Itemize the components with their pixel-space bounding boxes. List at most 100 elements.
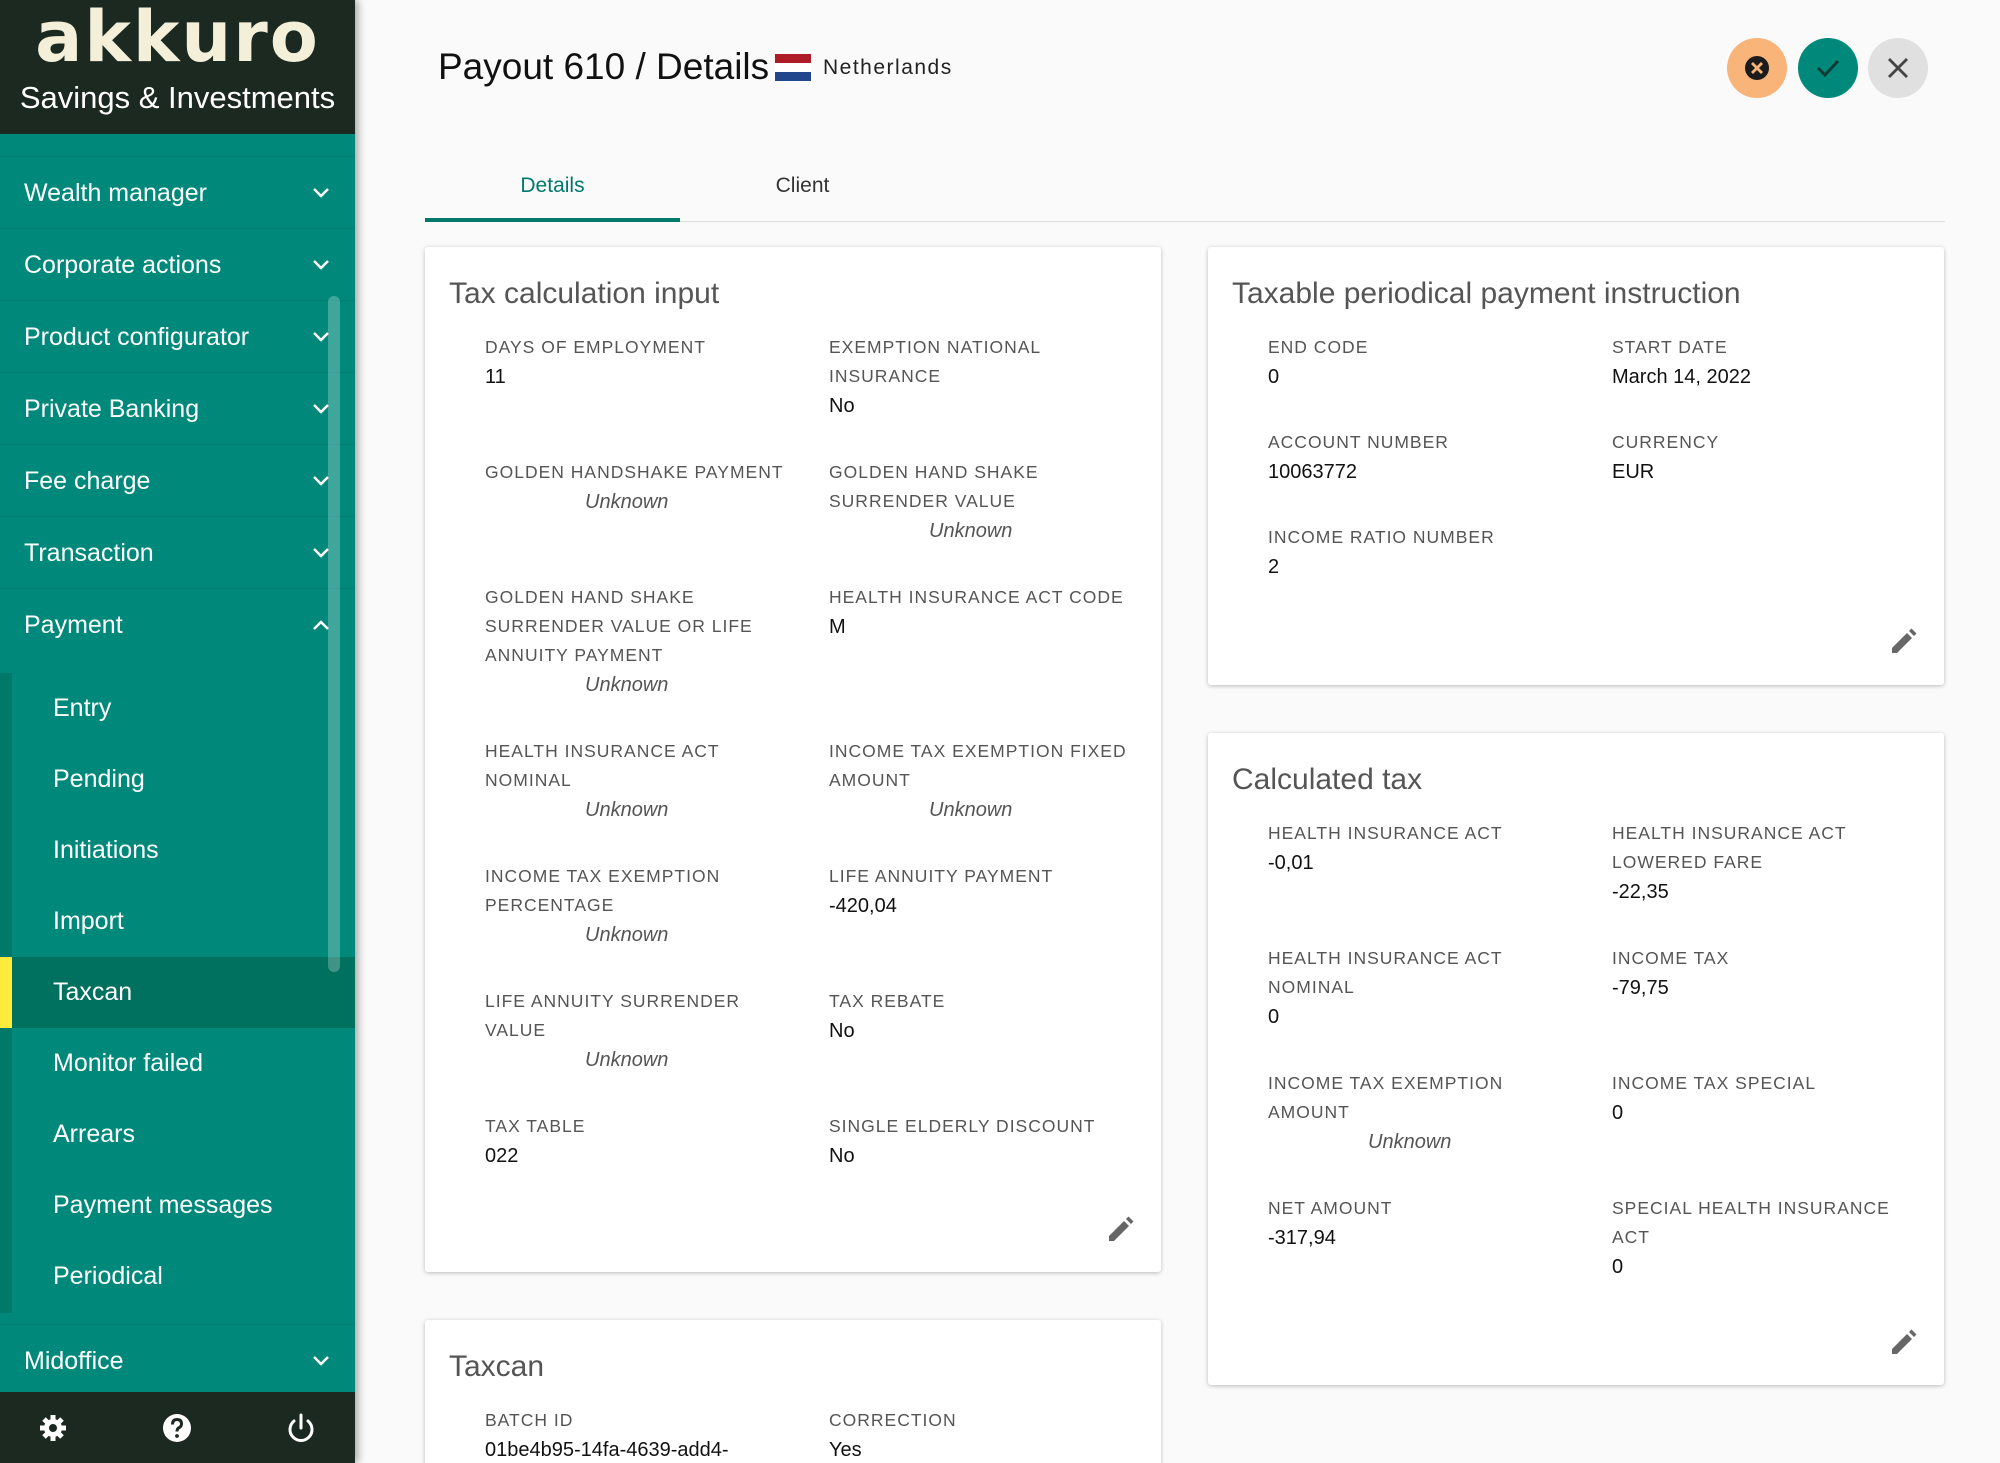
calculated-tax-card: Calculated tax HEALTH INSURANCE ACT -0,0… <box>1208 733 1944 1385</box>
sidebar-item-monitor-failed[interactable]: Monitor failed <box>12 1028 355 1099</box>
pencil-icon[interactable] <box>1888 1328 1918 1358</box>
field-health-insurance-act-code: HEALTH INSURANCE ACT CODE M <box>829 583 1129 642</box>
approve-button[interactable] <box>1798 38 1858 98</box>
nav-item-transaction[interactable]: Transaction <box>0 516 355 588</box>
nav-item-label: Wealth manager <box>24 179 207 207</box>
field-golden-hand-shake-surrender-value: GOLDEN HAND SHAKE SURRENDER VALUE Unknow… <box>829 458 1129 546</box>
reject-button[interactable] <box>1727 38 1787 98</box>
netherlands-flag-icon <box>775 54 811 81</box>
field-label: ACCOUNT NUMBER <box>1268 432 1449 452</box>
field-currency: CURRENCY EUR <box>1612 428 1912 487</box>
chevron-down-icon <box>313 1356 329 1366</box>
field-label: INCOME TAX EXEMPTION PERCENTAGE <box>485 866 721 915</box>
nav-menu: Wealth manager Corporate actions Product… <box>0 156 355 660</box>
sidebar-item-payment-messages[interactable]: Payment messages <box>12 1170 355 1241</box>
field-value: 0 <box>1612 1102 1624 1124</box>
field-label: LIFE ANNUITY PAYMENT <box>829 866 1054 886</box>
field-health-insurance-act-lowered-fare: HEALTH INSURANCE ACT LOWERED FARE -22,35 <box>1612 819 1912 907</box>
field-label: TAX TABLE <box>485 1116 586 1136</box>
sidebar-item-pending[interactable]: Pending <box>12 744 355 815</box>
field-golden-handshake-payment: GOLDEN HANDSHAKE PAYMENT Unknown <box>485 458 785 517</box>
field-value: Unknown <box>929 520 1013 542</box>
field-value: 0 <box>1612 1256 1624 1278</box>
field-value: Unknown <box>585 799 669 821</box>
tab-details[interactable]: Details <box>425 150 680 222</box>
field-label: LIFE ANNUITY SURRENDER VALUE <box>485 991 741 1040</box>
field-health-insurance-act-nominal: HEALTH INSURANCE ACT NOMINAL Unknown <box>485 737 785 825</box>
nav-item-private-banking[interactable]: Private Banking <box>0 372 355 444</box>
close-button[interactable] <box>1868 38 1928 98</box>
field-batch-id: BATCH ID 01be4b95-14fa-4639-add4- <box>485 1406 785 1463</box>
brand-logo: akkuro <box>35 0 320 78</box>
nav-item-wealth-manager[interactable]: Wealth manager <box>0 156 355 228</box>
field-health-insurance-act: HEALTH INSURANCE ACT -0,01 <box>1268 819 1568 878</box>
payment-submenu: Entry Pending Initiations Import Taxcan … <box>0 673 355 1313</box>
field-value: 022 <box>485 1145 519 1167</box>
field-income-tax-exemption-fixed-amount: INCOME TAX EXEMPTION FIXED AMOUNT Unknow… <box>829 737 1129 825</box>
field-label: HEALTH INSURANCE ACT CODE <box>829 587 1124 607</box>
card-title: Taxable periodical payment instruction <box>1232 277 1741 310</box>
field-value: Unknown <box>1368 1131 1452 1153</box>
field-value: Unknown <box>585 491 669 513</box>
field-label: START DATE <box>1612 337 1728 357</box>
field-value: No <box>829 395 855 417</box>
field-value: EUR <box>1612 461 1655 483</box>
field-label: GOLDEN HANDSHAKE PAYMENT <box>485 462 784 482</box>
field-golden-hand-shake-surrender-or-annuity: GOLDEN HAND SHAKE SURRENDER VALUE OR LIF… <box>485 583 785 700</box>
sidebar: akkuro Savings & Investments Wealth mana… <box>0 0 355 1463</box>
nav-item-label: Transaction <box>24 539 154 567</box>
field-label: END CODE <box>1268 337 1369 357</box>
field-value: 01be4b95-14fa-4639-add4- <box>485 1439 729 1461</box>
taxable-periodical-payment-card: Taxable periodical payment instruction E… <box>1208 247 1944 685</box>
field-value: 11 <box>485 366 506 388</box>
field-net-amount: NET AMOUNT -317,94 <box>1268 1194 1568 1253</box>
field-account-number: ACCOUNT NUMBER 10063772 <box>1268 428 1568 487</box>
field-days-of-employment: DAYS OF EMPLOYMENT 11 <box>485 333 785 392</box>
field-label: EXEMPTION NATIONAL INSURANCE <box>829 337 1041 386</box>
field-label: HEALTH INSURANCE ACT NOMINAL <box>1268 948 1503 997</box>
sidebar-item-taxcan[interactable]: Taxcan <box>0 957 355 1028</box>
gear-icon[interactable] <box>37 1412 69 1444</box>
tab-client[interactable]: Client <box>675 150 930 222</box>
field-label: BATCH ID <box>485 1410 574 1430</box>
help-icon[interactable] <box>161 1412 193 1444</box>
nav-item-payment[interactable]: Payment <box>0 588 355 660</box>
field-value: Unknown <box>585 1049 669 1071</box>
field-health-insurance-act-nominal: HEALTH INSURANCE ACT NOMINAL 0 <box>1268 944 1568 1032</box>
field-value: 10063772 <box>1268 461 1357 483</box>
card-title: Taxcan <box>449 1350 545 1383</box>
field-label: SPECIAL HEALTH INSURANCE ACT <box>1612 1198 1890 1247</box>
nav-item-midoffice[interactable]: Midoffice <box>0 1324 355 1396</box>
field-life-annuity-payment: LIFE ANNUITY PAYMENT -420,04 <box>829 862 1129 921</box>
field-value: March 14, 2022 <box>1612 366 1751 388</box>
nav-item-corporate-actions[interactable]: Corporate actions <box>0 228 355 300</box>
cancel-circle-icon <box>1745 56 1769 80</box>
field-special-health-insurance-act: SPECIAL HEALTH INSURANCE ACT 0 <box>1612 1194 1912 1282</box>
sidebar-item-import[interactable]: Import <box>12 886 355 957</box>
page-title: Payout 610 / Details <box>438 46 770 87</box>
sidebar-scrollbar[interactable] <box>328 296 340 972</box>
nav-item-label: Midoffice <box>24 1347 124 1375</box>
taxcan-card: Taxcan BATCH ID 01be4b95-14fa-4639-add4-… <box>425 1320 1161 1463</box>
field-value: -0,01 <box>1268 852 1314 874</box>
sidebar-footer <box>0 1392 355 1463</box>
pencil-icon[interactable] <box>1105 1215 1135 1245</box>
field-tax-table: TAX TABLE 022 <box>485 1112 785 1171</box>
country-label: Netherlands <box>823 56 953 79</box>
nav-item-fee-charge[interactable]: Fee charge <box>0 444 355 516</box>
nav-item-label: Payment <box>24 611 123 639</box>
power-icon[interactable] <box>285 1412 317 1444</box>
sidebar-item-entry[interactable]: Entry <box>12 673 355 744</box>
nav-item-product-configurator[interactable]: Product configurator <box>0 300 355 372</box>
sidebar-item-arrears[interactable]: Arrears <box>12 1099 355 1170</box>
field-label: HEALTH INSURANCE ACT LOWERED FARE <box>1612 823 1847 872</box>
pencil-icon[interactable] <box>1888 627 1918 657</box>
check-icon <box>1816 59 1840 78</box>
field-label: INCOME TAX <box>1612 948 1730 968</box>
field-exemption-national-insurance: EXEMPTION NATIONAL INSURANCE No <box>829 333 1129 421</box>
sidebar-item-periodical[interactable]: Periodical <box>12 1241 355 1312</box>
field-end-code: END CODE 0 <box>1268 333 1568 392</box>
sidebar-item-initiations[interactable]: Initiations <box>12 815 355 886</box>
field-label: GOLDEN HAND SHAKE SURRENDER VALUE OR LIF… <box>485 587 753 665</box>
field-value: 0 <box>1268 366 1280 388</box>
